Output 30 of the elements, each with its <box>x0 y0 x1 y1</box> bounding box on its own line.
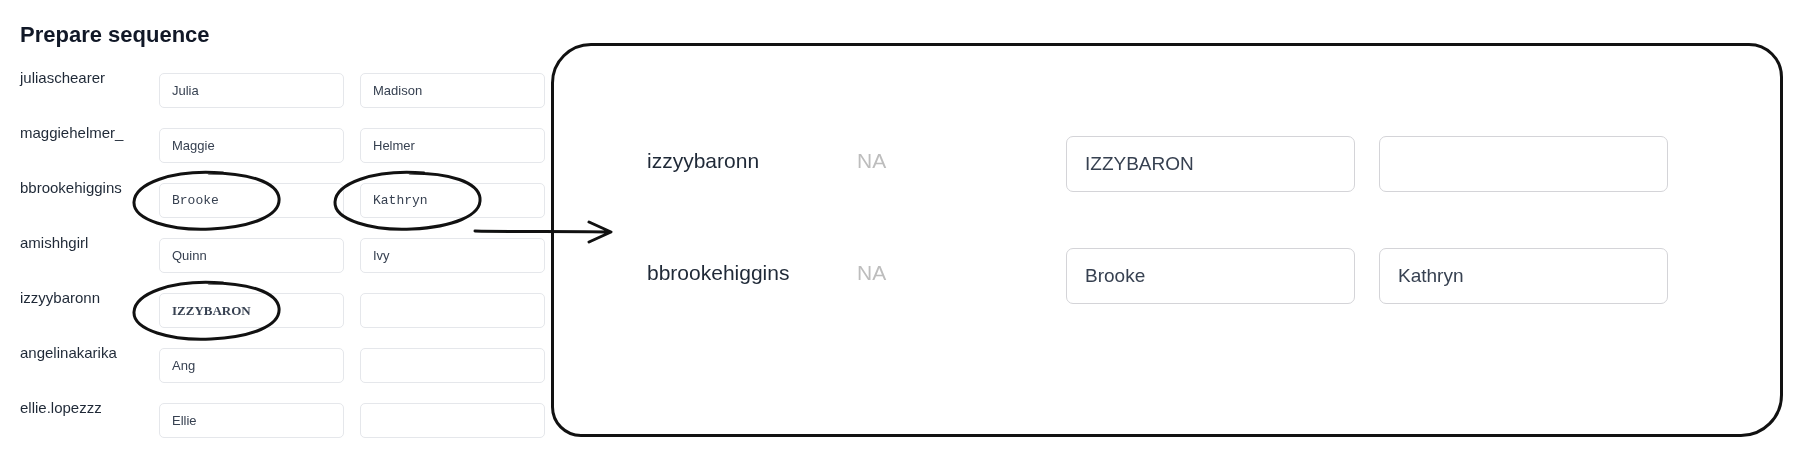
username: juliaschearer <box>20 69 107 86</box>
input-field[interactable]: Ellie <box>159 403 344 438</box>
input-field[interactable]: Kathryn <box>360 183 545 218</box>
status-text: NA <box>857 149 888 173</box>
username: bbrookehiggins <box>647 261 791 285</box>
input-field[interactable] <box>1379 136 1668 192</box>
username: ellie.lopezzz <box>20 399 103 416</box>
username: maggiehelmer_ <box>20 124 125 141</box>
input-field[interactable]: IZZYBARON <box>159 293 344 328</box>
username: bbrookehiggins <box>20 179 123 196</box>
status-text: NA <box>857 261 888 285</box>
input-field[interactable]: Julia <box>159 73 344 108</box>
username: angelinakarika <box>20 344 118 361</box>
username: izzyybaronn <box>20 289 102 306</box>
page-title: Prepare sequence <box>20 22 210 48</box>
input-field[interactable] <box>360 293 545 328</box>
username: amishhgirl <box>20 234 90 251</box>
input-field[interactable]: Helmer <box>360 128 545 163</box>
input-field[interactable]: Quinn <box>159 238 344 273</box>
input-field[interactable]: Brooke <box>159 183 344 218</box>
input-field[interactable]: Maggie <box>159 128 344 163</box>
input-field[interactable]: Brooke <box>1066 248 1355 304</box>
input-field[interactable] <box>360 348 545 383</box>
input-field[interactable]: IZZYBARON <box>1066 136 1355 192</box>
username: izzyybaronn <box>647 149 761 173</box>
input-field[interactable]: Kathryn <box>1379 248 1668 304</box>
input-field[interactable]: Ivy <box>360 238 545 273</box>
input-field[interactable] <box>360 403 545 438</box>
input-field[interactable]: Ang <box>159 348 344 383</box>
input-field[interactable]: Madison <box>360 73 545 108</box>
